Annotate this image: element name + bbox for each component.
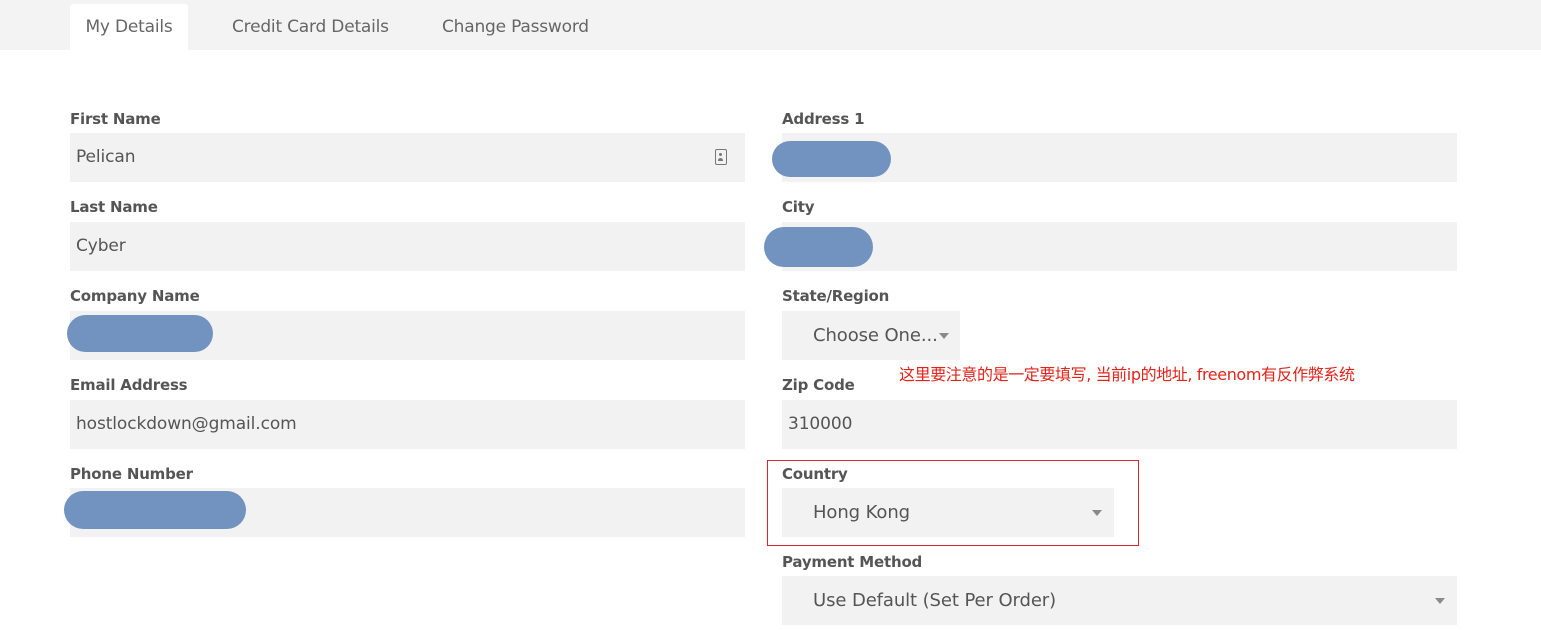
state-region-select[interactable]: Choose One... (782, 311, 960, 360)
first-name-label: First Name (70, 110, 161, 128)
phone-number-label: Phone Number (70, 465, 193, 483)
city-input[interactable] (782, 222, 1457, 271)
last-name-label: Last Name (70, 198, 158, 216)
email-address-label: Email Address (70, 376, 188, 394)
annotation-note: 这里要注意的是一定要填写, 当前ip的地址, freenom有反作弊系统 (899, 365, 1355, 384)
email-address-input[interactable]: hostlockdown@gmail.com (70, 400, 745, 449)
company-name-label: Company Name (70, 287, 200, 305)
phone-number-redaction (64, 491, 246, 529)
city-redaction (764, 227, 873, 267)
tab-bar: My Details Credit Card Details Change Pa… (0, 0, 1541, 50)
payment-method-value: Use Default (Set Per Order) (813, 590, 1057, 611)
state-region-value: Choose One... (813, 325, 938, 346)
company-name-redaction (67, 315, 213, 352)
last-name-input[interactable]: Cyber (70, 222, 745, 271)
tab-my-details[interactable]: My Details (70, 4, 188, 50)
address1-redaction (772, 141, 891, 177)
state-region-label: State/Region (782, 287, 890, 305)
zip-code-label: Zip Code (782, 376, 855, 394)
country-label: Country (782, 465, 848, 483)
last-name-value: Cyber (76, 236, 126, 256)
first-name-input[interactable]: Pelican (70, 133, 745, 182)
city-label: City (782, 198, 815, 216)
zip-code-input[interactable]: 310000 (782, 400, 1457, 449)
email-address-value: hostlockdown@gmail.com (76, 414, 297, 434)
tab-change-password[interactable]: Change Password (442, 4, 589, 50)
contact-card-icon[interactable] (715, 149, 727, 165)
zip-code-value: 310000 (788, 414, 853, 434)
chevron-down-icon (939, 333, 949, 339)
first-name-value: Pelican (76, 147, 136, 167)
chevron-down-icon (1092, 510, 1102, 516)
chevron-down-icon (1435, 598, 1445, 604)
country-select[interactable]: Hong Kong (782, 488, 1114, 537)
payment-method-label: Payment Method (782, 553, 923, 571)
address1-label: Address 1 (782, 110, 865, 128)
country-value: Hong Kong (813, 502, 910, 523)
tab-credit-card-details[interactable]: Credit Card Details (232, 4, 389, 50)
payment-method-select[interactable]: Use Default (Set Per Order) (782, 576, 1457, 625)
